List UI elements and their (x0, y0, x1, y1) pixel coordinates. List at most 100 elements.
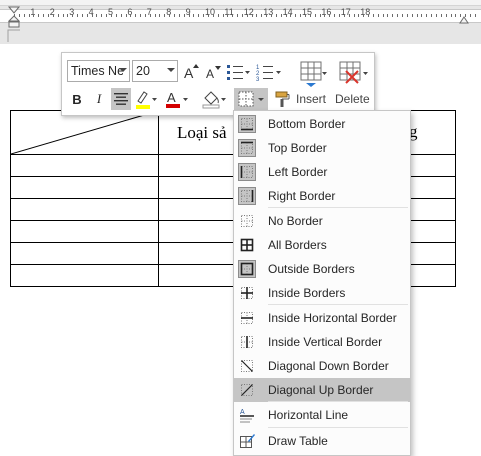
menu-item-label: Inside Horizontal Border (268, 311, 397, 325)
ruler-tick (179, 14, 180, 17)
menu-item-horizontal-line[interactable]: A Horizontal Line (234, 403, 410, 427)
insert-table-icon (300, 61, 327, 87)
no-border-icon (238, 212, 256, 230)
ruler-tick (145, 14, 146, 17)
menu-separator (268, 207, 408, 208)
menu-item-outside-borders[interactable]: Outside Borders (234, 257, 410, 281)
menu-item-label: Diagonal Up Border (268, 383, 374, 397)
ruler-tick (349, 14, 350, 17)
borders-menu: Bottom Border Top Border Left Border Right … (233, 110, 411, 456)
svg-text:A: A (240, 409, 245, 416)
ruler-tick (354, 14, 355, 17)
ruler-tick (24, 14, 25, 17)
table-cell[interactable] (10, 264, 159, 287)
menu-item-label: Draw Table (268, 434, 328, 448)
top-border-icon (238, 139, 256, 157)
ruler-tick (174, 14, 175, 17)
right-indent-marker-icon[interactable] (459, 16, 469, 26)
menu-item-inside-vertical-border[interactable]: Inside Vertical Border (234, 330, 410, 354)
table-cell[interactable] (10, 176, 159, 199)
ruler-tick (441, 14, 442, 17)
mini-toolbar: Times Ne 20 A A 1 2 3 Insert Delete B I … (61, 52, 375, 116)
numbering-button[interactable]: 1 2 3 (255, 61, 283, 83)
insert-label: Insert (296, 92, 327, 106)
menu-item-all-borders[interactable]: All Borders (234, 233, 410, 257)
bullet-list-icon (227, 65, 250, 80)
ruler-tick (72, 14, 73, 17)
ruler-tick (208, 14, 209, 17)
shading-button[interactable] (200, 88, 228, 110)
center-align-button[interactable] (111, 88, 131, 110)
bold-button[interactable]: B (67, 88, 87, 110)
ruler-tick (159, 14, 160, 17)
grow-font-button[interactable]: A (182, 61, 202, 83)
menu-item-label: Left Border (268, 165, 328, 179)
ruler-tick (387, 14, 388, 17)
ruler-tick (232, 14, 233, 17)
ruler-tick (451, 14, 452, 17)
menu-item-diagonal-up-border[interactable]: Diagonal Up Border (234, 378, 410, 402)
menu-item-top-border[interactable]: Top Border (234, 136, 410, 160)
ruler-tick (53, 14, 54, 17)
menu-item-label: Outside Borders (268, 262, 355, 276)
menu-item-inside-horizontal-border[interactable]: Inside Horizontal Border (234, 306, 410, 330)
menu-item-no-border[interactable]: No Border (234, 209, 410, 233)
ruler-tick (310, 14, 311, 17)
font-name-box[interactable]: Times Ne (67, 60, 130, 82)
ruler-tick (130, 14, 131, 17)
menu-item-label: Inside Vertical Border (268, 335, 383, 349)
ruler-tick (256, 14, 257, 17)
borders-button[interactable] (234, 88, 268, 110)
ruler-tick (237, 14, 238, 17)
delete-button[interactable]: Delete (333, 58, 373, 113)
font-color-button[interactable]: A (164, 88, 190, 110)
svg-text:3: 3 (256, 77, 260, 83)
ruler-tick (135, 14, 136, 17)
table-cell[interactable] (10, 198, 159, 221)
shrink-font-button[interactable]: A (204, 61, 224, 83)
table-cell[interactable] (10, 220, 159, 243)
shrink-font-icon: A (206, 66, 221, 81)
format-painter-button[interactable] (271, 88, 295, 110)
ruler-tick (315, 14, 316, 17)
ruler-tick (412, 14, 413, 17)
table-cell[interactable] (10, 242, 159, 265)
menu-item-diagonal-down-border[interactable]: Diagonal Down Border (234, 354, 410, 378)
diagonal-up-line (11, 111, 158, 154)
menu-item-right-border[interactable]: Right Border (234, 184, 410, 208)
ruler-tick (271, 14, 272, 17)
ruler-tick (339, 14, 340, 17)
inside-borders-icon (238, 284, 256, 302)
ruler-tick (426, 14, 427, 17)
indent-marker-icon[interactable] (8, 6, 20, 28)
font-size-box[interactable]: 20 (132, 60, 178, 82)
menu-item-draw-table[interactable]: Draw Table (234, 429, 410, 453)
ruler-tick (106, 14, 107, 17)
diagonal-header-cell[interactable] (10, 110, 159, 155)
ruler-tick (261, 14, 262, 17)
format-painter-icon (275, 91, 290, 107)
highlight-button[interactable] (134, 88, 158, 110)
bullets-button[interactable] (225, 61, 251, 83)
menu-item-label: Top Border (268, 141, 327, 155)
document-corner-mark (7, 29, 20, 42)
table-cell[interactable] (10, 154, 159, 177)
ruler-tick (193, 14, 194, 17)
right-border-icon (238, 187, 256, 205)
horizontal-ruler[interactable]: 1 2 3 4 5 6 7 8 9 10 11 12 13 14 15 16 17 18 (0, 6, 481, 28)
ruler-tick (126, 14, 127, 17)
menu-item-left-border[interactable]: Left Border (234, 160, 410, 184)
font-color-icon: A (166, 90, 188, 108)
ruler-tick (455, 14, 456, 17)
ruler-tick (155, 14, 156, 17)
ruler-tick (281, 14, 282, 17)
ruler-tick (116, 14, 117, 17)
insert-button[interactable]: Insert (296, 58, 330, 113)
chevron-down-icon[interactable] (119, 68, 127, 72)
ruler-tick (402, 14, 403, 17)
ruler-tick (475, 14, 476, 17)
italic-button[interactable]: I (89, 88, 109, 110)
menu-item-inside-borders[interactable]: Inside Borders (234, 281, 410, 305)
chevron-down-icon[interactable] (167, 68, 175, 72)
menu-item-bottom-border[interactable]: Bottom Border (234, 112, 410, 136)
